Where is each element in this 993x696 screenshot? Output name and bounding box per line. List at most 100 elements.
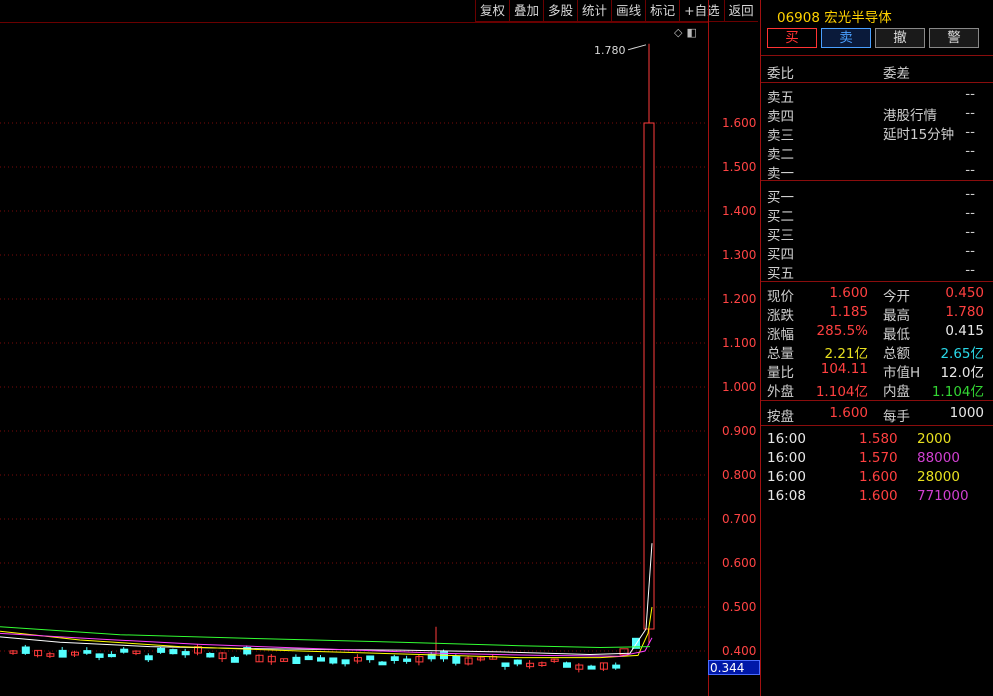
stock-title: 06908 宏光半导体 <box>777 6 892 26</box>
volume-value: 2.21亿 <box>824 346 868 362</box>
candle-body <box>58 649 67 658</box>
candle-body <box>230 656 239 663</box>
candle-body <box>452 655 461 664</box>
buy-button[interactable]: 买 <box>767 28 817 48</box>
divider <box>761 400 993 401</box>
tick-volume: 88000 <box>917 450 960 466</box>
toolbar-back-button[interactable]: 返回 <box>723 0 758 22</box>
toolbar-add-watchlist-button[interactable]: +自选 <box>679 0 724 22</box>
candle-body <box>513 659 522 665</box>
price-axis-tick: 0.800 <box>722 468 757 482</box>
candle-body <box>292 656 301 664</box>
price-label: 现价 <box>767 289 794 305</box>
ask-level-value: -- <box>965 162 975 178</box>
tick-price: 1.570 <box>859 450 898 466</box>
bid-level-label: 买三 <box>767 228 794 244</box>
candle-body <box>501 662 510 667</box>
ask-level-value: -- <box>965 86 975 102</box>
spike-candle-body <box>643 122 655 630</box>
order-ratio-label: 委比 <box>767 66 794 82</box>
candle-body <box>95 653 104 658</box>
trade-tick-row: 16:08 1.600 771000 <box>767 488 987 506</box>
candle-body <box>563 662 571 668</box>
bid-level-label: 买四 <box>767 247 794 263</box>
toolbar-mark-button[interactable]: 标记 <box>645 0 680 22</box>
price-axis-tick: 0.500 <box>722 600 757 614</box>
open-label: 今开 <box>883 289 910 305</box>
cancel-order-button[interactable]: 撤 <box>875 28 925 48</box>
kline-chart[interactable]: 1.780 <box>0 0 708 696</box>
bid-level-label: 买二 <box>767 209 794 225</box>
low-value: 0.415 <box>945 323 984 339</box>
candle-body <box>21 646 30 654</box>
low-label: 最低 <box>883 327 910 343</box>
candle-body <box>169 649 178 655</box>
chart-toolbar: 复权 叠加 多股 统计 画线 标记 +自选 返回 <box>475 0 758 22</box>
price-axis-tick: 1.400 <box>722 204 757 218</box>
ask-level-label: 卖三 <box>767 128 794 144</box>
divider <box>761 425 993 426</box>
trade-tick-row: 16:00 1.570 88000 <box>767 450 987 468</box>
candle-body <box>341 659 350 665</box>
amount-label: 总额 <box>883 346 910 362</box>
sell-button[interactable]: 卖 <box>821 28 871 48</box>
price-axis-tick: 0.600 <box>722 556 757 570</box>
panel-toggle-icon[interactable]: ◧ <box>686 26 696 39</box>
volume-ratio-value: 104.11 <box>820 361 868 377</box>
tick-time: 16:08 <box>767 488 806 504</box>
tick-price: 1.600 <box>859 488 898 504</box>
high-label: 最高 <box>883 308 910 324</box>
divider <box>761 180 993 181</box>
toolbar-fuquan-button[interactable]: 复权 <box>475 0 510 22</box>
high-value: 1.780 <box>945 304 984 320</box>
kline-chart-area[interactable]: 1.780 复权 叠加 多股 统计 画线 标记 +自选 返回 ◇ ◧ 1.600 1… <box>0 0 760 696</box>
change-value: 1.185 <box>829 304 868 320</box>
candle-body <box>144 655 153 661</box>
ma10-line <box>0 606 653 659</box>
price-axis-tick: 1.600 <box>722 116 757 130</box>
inner-volume-label: 内盘 <box>883 384 910 400</box>
pct-change-value: 285.5% <box>816 323 868 339</box>
price-value: 1.600 <box>829 285 868 301</box>
price-axis-tick: 1.500 <box>722 160 757 174</box>
ask-level-label: 卖一 <box>767 166 794 182</box>
candle-body <box>587 665 596 670</box>
tick-time: 16:00 <box>767 431 806 447</box>
amount-value: 2.65亿 <box>940 346 984 362</box>
toolbar-overlay-button[interactable]: 叠加 <box>509 0 544 22</box>
bid-level-value: -- <box>965 205 975 221</box>
inner-volume-value: 1.104亿 <box>931 384 984 400</box>
price-axis-tick: 1.000 <box>722 380 757 394</box>
toolbar-stats-button[interactable]: 统计 <box>577 0 612 22</box>
diamond-icon[interactable]: ◇ <box>674 26 682 39</box>
high-price-marker: 1.780 <box>594 44 626 57</box>
trade-tick-row: 16:00 1.580 2000 <box>767 431 987 449</box>
price-axis-tick: 1.300 <box>722 248 757 262</box>
tick-time: 16:00 <box>767 469 806 485</box>
price-axis-line <box>708 0 709 696</box>
candle-body <box>390 656 399 662</box>
price-axis-tick: 1.100 <box>722 336 757 350</box>
tick-volume: 771000 <box>917 488 969 504</box>
divider <box>761 82 993 83</box>
toolbar-multi-stock-button[interactable]: 多股 <box>543 0 578 22</box>
price-alert-button[interactable]: 警 <box>929 28 979 48</box>
order-diff-label: 委差 <box>883 66 910 82</box>
cursor-price-tag: 0.344 <box>708 660 760 675</box>
divider <box>761 281 993 282</box>
price-axis-tick: 0.400 <box>722 644 757 658</box>
divider <box>761 55 993 56</box>
toolbar-draw-line-button[interactable]: 画线 <box>611 0 646 22</box>
stock-name: 宏光半导体 <box>824 10 892 26</box>
price-axis-tick: 1.200 <box>722 292 757 306</box>
candle-body <box>157 647 166 653</box>
bid-level-label: 买一 <box>767 190 794 206</box>
candle-body <box>366 655 375 661</box>
closing-price-label: 按盘 <box>767 409 794 425</box>
price-axis-tick: 0.900 <box>722 424 757 438</box>
tick-time: 16:00 <box>767 450 806 466</box>
bid-level-value: -- <box>965 224 975 240</box>
outer-volume-label: 外盘 <box>767 384 794 400</box>
tick-volume: 28000 <box>917 469 960 485</box>
bid-level-value: -- <box>965 243 975 259</box>
